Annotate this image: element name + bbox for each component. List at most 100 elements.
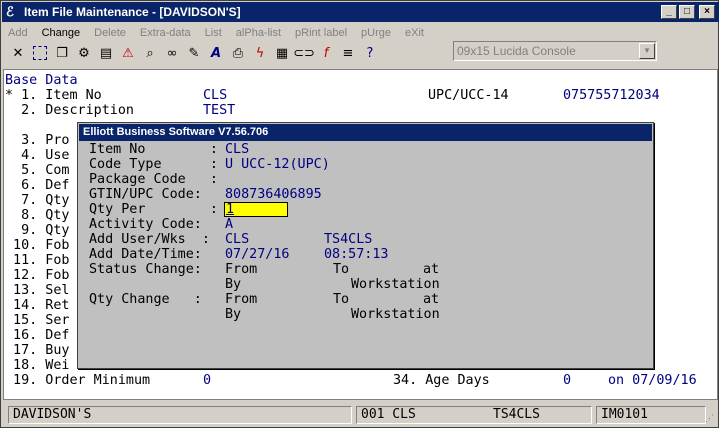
field-label: 15. Ser <box>5 313 70 328</box>
field-value[interactable]: CLS <box>203 88 227 103</box>
section-title: Base Data <box>5 73 78 88</box>
status-user-value: 001 CLS <box>361 407 416 422</box>
qty-to-label: To <box>333 292 350 307</box>
field-label: 10. Fob <box>5 238 70 253</box>
field-label: 8. Qty <box>5 208 70 223</box>
resize-grip-icon[interactable]: ⋰ <box>705 414 717 426</box>
field-value[interactable]: TEST <box>203 103 235 118</box>
qty-per-label: Qty Per : <box>89 202 218 217</box>
item-no-label: Item No : <box>89 142 218 157</box>
gtin-label: GTIN/UPC Code: <box>89 187 202 202</box>
field-label: 4. Use <box>5 148 70 163</box>
field-label: 16. Def <box>5 328 70 343</box>
qty-from-label: From <box>225 292 258 307</box>
document-icon[interactable]: ▤ <box>96 43 116 63</box>
status-change-label: Status Change: <box>89 262 202 277</box>
add-wks-value: TS4CLS <box>324 232 373 247</box>
title-bar: ℰ Item File Maintenance - [DAVIDSON'S] _… <box>2 2 719 22</box>
notes-icon[interactable]: ≡ <box>338 43 358 63</box>
field-label: 9. Qty <box>5 223 70 238</box>
add-user-value: CLS <box>225 232 250 247</box>
activity-value: A <box>225 217 234 232</box>
binoculars-icon[interactable]: ∞ <box>162 43 182 63</box>
status-from-label: From <box>225 262 258 277</box>
field-value[interactable]: 0 <box>563 373 571 388</box>
qty-at-label: at <box>423 292 440 307</box>
app-window: ℰ Item File Maintenance - [DAVIDSON'S] _… <box>0 0 719 428</box>
field-label: 3. Pro <box>5 133 70 148</box>
status-ws-label: Workstation <box>351 277 440 292</box>
status-to-label: To <box>333 262 350 277</box>
upc-dialog: Elliott Business Software V7.56.706 Item… <box>77 122 654 369</box>
menu-alpha-list[interactable]: alPha-list <box>236 27 281 39</box>
add-date-label: Add Date/Time: <box>89 247 202 262</box>
menu-print-label[interactable]: pRint label <box>295 27 347 39</box>
settings-icon[interactable]: ⚙ <box>74 43 94 63</box>
field-label: 18. Wei <box>5 358 70 373</box>
add-date-value: 07/27/16 <box>225 247 290 262</box>
qty-per-input[interactable]: 1 <box>224 202 288 217</box>
pencil-icon[interactable]: ✎ <box>184 43 204 63</box>
app-icon: ℰ <box>6 4 14 19</box>
code-type-label: Code Type : <box>89 157 218 172</box>
copy-icon[interactable]: ❐ <box>52 43 72 63</box>
activity-label: Activity Code: <box>89 217 202 232</box>
menu-purge[interactable]: pUrge <box>361 27 391 39</box>
add-time-value: 08:57:13 <box>324 247 389 262</box>
menu-delete[interactable]: Delete <box>94 27 126 39</box>
close-button[interactable]: × <box>699 5 715 19</box>
menu-change[interactable]: Change <box>42 27 81 39</box>
search-icon[interactable]: ⌕ <box>140 43 160 63</box>
chevron-down-icon[interactable]: ▼ <box>639 43 655 59</box>
field-label: UPC/UCC-14 <box>428 88 509 103</box>
menu-add[interactable]: Add <box>8 27 28 39</box>
field-label: 7. Qty <box>5 193 70 208</box>
font-icon[interactable]: A <box>206 43 226 63</box>
status-user: 001 CLS TS4CLS <box>356 406 592 424</box>
field-label: 11. Fob <box>5 253 70 268</box>
item-no-value: CLS <box>225 142 250 157</box>
gtin-value: 808736406895 <box>225 187 322 202</box>
close-x-icon[interactable]: ✕ <box>8 43 28 63</box>
minimize-button[interactable]: _ <box>661 5 677 19</box>
field-label: 6. Def <box>5 178 70 193</box>
status-by-label: By <box>225 277 242 292</box>
menu-exit[interactable]: eXit <box>405 27 424 39</box>
field-value[interactable]: 075755712034 <box>563 88 660 103</box>
qty-change-label: Qty Change : <box>89 292 202 307</box>
field-label: 17. Buy <box>5 343 70 358</box>
menu-list[interactable]: List <box>205 27 222 39</box>
font-select[interactable]: 09x15 Lucida Console ▼ <box>453 41 657 61</box>
field-value[interactable]: 0 <box>203 373 211 388</box>
calculator-icon[interactable]: ▦ <box>272 43 292 63</box>
font-select-value: 09x15 Lucida Console <box>457 44 576 58</box>
dialog-title: Elliott Business Software V7.56.706 <box>79 124 652 141</box>
window-title: Item File Maintenance - [DAVIDSON'S] <box>24 5 241 19</box>
field-label: 12. Fob <box>5 268 70 283</box>
field-label: 5. Com <box>5 163 70 178</box>
field-label: 13. Sel <box>5 283 70 298</box>
field-label: 19. Order Minimum <box>5 373 151 388</box>
status-bar: DAVIDSON'S 001 CLS TS4CLS IM0101 ⋰ <box>2 404 719 428</box>
help-icon[interactable]: ? <box>360 43 380 63</box>
field-value: on 07/09/16 <box>608 373 697 388</box>
field-label: 34. Age Days <box>393 373 490 388</box>
menu-bar: Add Change Delete Extra-data List alPha-… <box>2 23 719 42</box>
qty-per-value: 1 <box>226 202 235 217</box>
add-user-label: Add User/Wks : <box>89 232 210 247</box>
qty-ws-label: Workstation <box>351 307 440 322</box>
link-icon[interactable]: ⊂⊃ <box>293 43 315 63</box>
menu-extra-data[interactable]: Extra-data <box>140 27 191 39</box>
status-company: DAVIDSON'S <box>8 406 352 424</box>
warning-icon[interactable]: ⚠ <box>118 43 138 63</box>
maximize-button[interactable]: □ <box>679 5 695 19</box>
function-icon[interactable]: f <box>316 43 336 63</box>
status-at-label: at <box>423 262 440 277</box>
select-icon[interactable] <box>30 43 50 63</box>
field-label: * 1. Item No <box>5 88 102 103</box>
print-icon[interactable]: ⎙ <box>228 43 248 63</box>
code-type-value: U UCC-12(UPC) <box>225 157 330 172</box>
qty-by-label: By <box>225 307 242 322</box>
field-label: 14. Ret <box>5 298 70 313</box>
lightning-icon[interactable]: ϟ <box>250 43 270 63</box>
